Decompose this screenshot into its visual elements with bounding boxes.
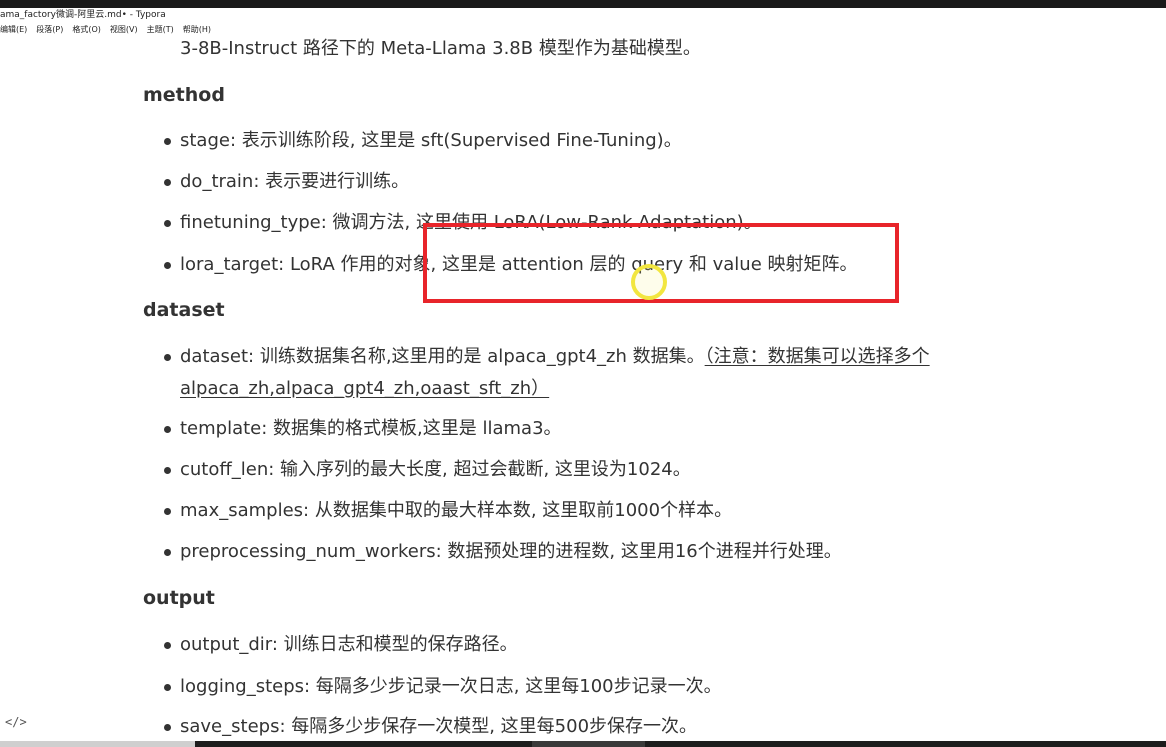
taskbar-segment <box>532 741 645 747</box>
editor-area[interactable]: 3-8B-Instruct 路径下的 Meta-Llama 3.8B 模型作为基… <box>0 0 1166 747</box>
taskbar-segment <box>0 741 195 747</box>
bullet-icon <box>164 724 171 731</box>
dataset-note: （注意：数据集可以选择多个 <box>704 346 930 367</box>
dataset-note-continued: alpaca_zh,alpaca_gpt4_zh,oaast_sft_zh） <box>180 378 550 399</box>
bullet-icon <box>164 179 171 186</box>
section-heading-output: output <box>143 587 215 609</box>
list-item: dataset: 训练数据集名称,这里用的是 alpaca_gpt4_zh 数据… <box>164 343 930 370</box>
list-item: do_train: 表示要进行训练。 <box>164 168 409 195</box>
bullet-icon <box>164 642 171 649</box>
section-heading-method: method <box>143 84 225 106</box>
bullet-icon <box>164 138 171 145</box>
bullet-icon <box>164 262 171 269</box>
paragraph-text: 3-8B-Instruct 路径下的 Meta-Llama 3.8B 模型作为基… <box>180 38 701 59</box>
list-item: preprocessing_num_workers: 数据预处理的进程数, 这里… <box>164 538 842 565</box>
bullet-icon <box>164 508 171 515</box>
list-item: max_samples: 从数据集中取的最大样本数, 这里取前1000个样本。 <box>164 497 732 524</box>
bullet-icon <box>164 549 171 556</box>
list-item: stage: 表示训练阶段, 这里是 sft(Supervised Fine-T… <box>164 127 682 154</box>
bullet-icon <box>164 220 171 227</box>
list-item: cutoff_len: 输入序列的最大长度, 超过会截断, 这里设为1024。 <box>164 456 691 483</box>
section-heading-dataset: dataset <box>143 299 225 321</box>
mouse-cursor-highlight <box>631 264 667 300</box>
bullet-icon <box>164 467 171 474</box>
list-item: template: 数据集的格式模板,这里是 llama3。 <box>164 415 562 442</box>
list-item: output_dir: 训练日志和模型的保存路径。 <box>164 631 518 658</box>
taskbar-strip <box>0 741 1166 747</box>
bullet-icon <box>164 684 171 691</box>
source-code-mode-icon[interactable]: </> <box>5 715 27 729</box>
list-item: save_steps: 每隔多少步保存一次模型, 这里每500步保存一次。 <box>164 713 697 740</box>
bullet-icon <box>164 354 171 361</box>
list-item: logging_steps: 每隔多少步记录一次日志, 这里每100步记录一次。 <box>164 673 722 700</box>
bullet-icon <box>164 426 171 433</box>
